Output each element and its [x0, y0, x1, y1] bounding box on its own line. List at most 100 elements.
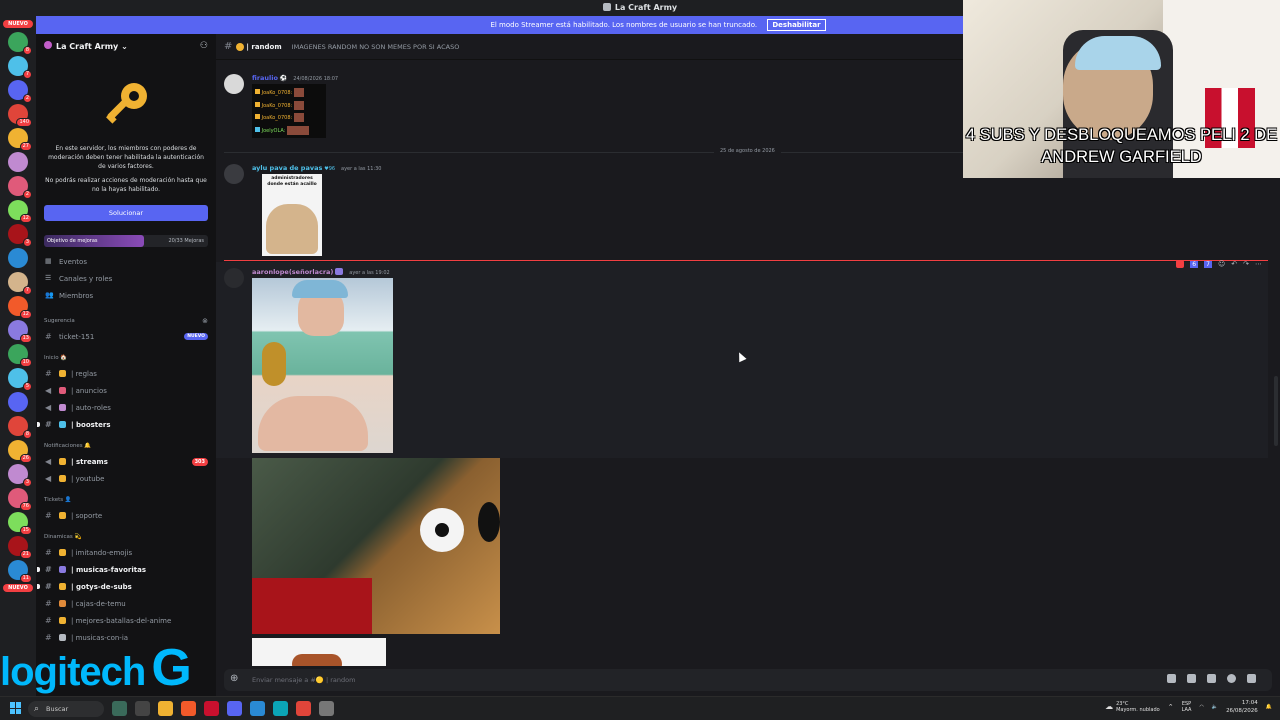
server-icon[interactable]: 12 — [8, 296, 32, 319]
image-attachment[interactable] — [252, 638, 386, 666]
server-icon[interactable]: 8 — [8, 32, 32, 55]
server-icon[interactable] — [8, 392, 28, 412]
server-icon[interactable]: 10 — [8, 344, 32, 367]
close-icon[interactable]: ⊗ — [202, 317, 208, 325]
category-dinamicas[interactable]: Dinamicas 💫 — [36, 530, 216, 544]
volume-icon[interactable]: 🔈 — [1212, 704, 1218, 710]
boost-goal[interactable]: Objetivo de mejoras 20/33 Mejoras — [44, 235, 208, 247]
server-icon[interactable]: 76 — [8, 488, 32, 511]
server-icon[interactable]: 13 — [8, 320, 32, 343]
apps-icon[interactable] — [1247, 674, 1256, 683]
category-inicio[interactable]: Inicio 🏠 — [36, 351, 216, 365]
username[interactable]: firaulio — [252, 74, 278, 82]
reaction-icon[interactable] — [1176, 260, 1185, 268]
server-badge: 7 — [22, 286, 32, 295]
invite-icon[interactable]: ⚇ — [200, 41, 208, 51]
clock[interactable]: 17:04 26/08/2026 — [1226, 699, 1258, 715]
reaction-count[interactable]: 6 — [1190, 260, 1199, 268]
category-sugerencia[interactable]: Sugerencia ⊗ — [36, 314, 216, 328]
image-attachment[interactable] — [252, 278, 393, 453]
channel-autoroles[interactable]: ◀ | auto-roles — [36, 399, 216, 416]
channel-mejores-batallas[interactable]: # | mejores-batallas-del-anime — [36, 612, 216, 629]
channel-soporte[interactable]: # | soporte — [36, 507, 216, 524]
app-icon-notes[interactable] — [250, 701, 265, 716]
app-icon-edge[interactable] — [273, 701, 288, 716]
image-attachment[interactable]: administradores donde están acaillo — [262, 174, 322, 256]
channel-imitando-emojis[interactable]: # | imitando-emojis — [36, 544, 216, 561]
weather-widget[interactable]: ☁ 23°C Mayorm. nublado — [1105, 701, 1160, 713]
logitech-logo-text: logitech — [0, 650, 146, 694]
wifi-icon[interactable]: ◠ — [1199, 704, 1203, 710]
image-attachment[interactable]: JoaKo_0708: JoaKo_0708: JoaKo_0708: Joel… — [252, 84, 326, 138]
emoji-picker-icon[interactable] — [1227, 674, 1236, 683]
server-icon[interactable]: 8 — [8, 416, 32, 439]
server-icon[interactable]: 11 — [8, 560, 32, 583]
channel-topic[interactable]: IMAGENES RANDOM NO SON MEMES POR SI ACAS… — [292, 43, 460, 51]
fix-button[interactable]: Solucionar — [44, 205, 208, 221]
channel-boosters[interactable]: # | boosters — [36, 416, 216, 433]
reaction-count[interactable]: 7 — [1204, 260, 1212, 268]
message-input[interactable]: Enviar mensaje a #🟡 | random — [224, 669, 1272, 691]
notification-icon[interactable]: 🔔 — [1266, 704, 1272, 710]
category-tickets[interactable]: Tickets 👤 — [36, 493, 216, 507]
channel-cajas-de-temu[interactable]: # | cajas-de-temu — [36, 595, 216, 612]
disable-streamer-button[interactable]: Deshabilitar — [767, 19, 826, 31]
taskbar-apps — [112, 701, 334, 716]
nav-channels-roles[interactable]: ☰ Canales y roles — [36, 270, 216, 287]
channel-ticket[interactable]: # ticket-151 NUEVO — [36, 328, 216, 345]
language-indicator[interactable]: ESP LAA — [1182, 701, 1192, 713]
avatar[interactable] — [224, 164, 244, 184]
chevron-up-icon[interactable]: ⌃ — [1168, 703, 1174, 711]
server-icon[interactable] — [8, 248, 28, 268]
server-header[interactable]: La Craft Army ⌄ ⚇ — [36, 34, 216, 58]
taskbar-search[interactable]: Buscar — [28, 701, 104, 717]
app-icon-taskview[interactable] — [135, 701, 150, 716]
scrollbar[interactable] — [1274, 376, 1278, 446]
server-icon[interactable]: 5 — [8, 368, 32, 391]
server-icon[interactable]: 26 — [8, 440, 32, 463]
app-icon-widgets[interactable] — [112, 701, 127, 716]
reply-icon[interactable]: ↶ — [1231, 260, 1237, 268]
sticker-icon[interactable] — [1207, 674, 1216, 683]
app-icon-media[interactable] — [204, 701, 219, 716]
server-icon[interactable]: 140 — [8, 104, 32, 127]
server-icon[interactable]: 2 — [8, 176, 32, 199]
category-notificaciones[interactable]: Notificaciones 🔔 — [36, 439, 216, 453]
windows-start-icon[interactable] — [10, 702, 22, 714]
app-icon-brave[interactable] — [181, 701, 196, 716]
app-icon-chrome[interactable] — [296, 701, 311, 716]
server-icon[interactable]: 2 — [8, 80, 32, 103]
channel-musicas-favoritas[interactable]: # | musicas-favoritas — [36, 561, 216, 578]
app-icon-discord[interactable] — [227, 701, 242, 716]
image-attachment[interactable] — [252, 458, 500, 634]
server-icon[interactable]: 3 — [8, 224, 32, 247]
emoji-add-icon[interactable]: ☺ — [1218, 260, 1225, 268]
avatar[interactable] — [224, 268, 244, 288]
username[interactable]: aylu pava de pavas — [252, 164, 322, 172]
nav-events[interactable]: ▦ Eventos — [36, 253, 216, 270]
server-icon[interactable]: 21 — [8, 536, 32, 559]
server-icon[interactable] — [8, 152, 28, 172]
app-icon-settings[interactable] — [319, 701, 334, 716]
channel-reglas[interactable]: # | reglas — [36, 365, 216, 382]
gif-icon[interactable] — [1187, 674, 1196, 683]
app-icon-explorer[interactable] — [158, 701, 173, 716]
channel-gotys-de-subs[interactable]: # | gotys-de-subs — [36, 578, 216, 595]
channel-streams[interactable]: ◀ | streams 303 — [36, 453, 216, 470]
more-icon[interactable]: ⋯ — [1255, 260, 1262, 268]
username[interactable]: aaronlope(señorlacra) — [252, 268, 333, 276]
avatar[interactable] — [224, 74, 244, 94]
gift-icon[interactable] — [1167, 674, 1176, 683]
server-icon[interactable]: 15 — [8, 512, 32, 535]
server-icon[interactable]: 12 — [8, 200, 32, 223]
server-icon[interactable]: 7 — [8, 56, 32, 79]
forward-icon[interactable]: ↷ — [1243, 260, 1249, 268]
message-composer: Enviar mensaje a #🟡 | random ⊕ — [216, 666, 1280, 696]
server-icon[interactable]: 27 — [8, 128, 32, 151]
channel-anuncios[interactable]: ◀ | anuncios — [36, 382, 216, 399]
server-icon[interactable]: 7 — [8, 272, 32, 295]
nav-members[interactable]: 👥 Miembros — [36, 287, 216, 304]
channel-youtube[interactable]: ◀ | youtube — [36, 470, 216, 487]
emoji-icon — [59, 566, 66, 573]
server-icon[interactable]: 3 — [8, 464, 32, 487]
